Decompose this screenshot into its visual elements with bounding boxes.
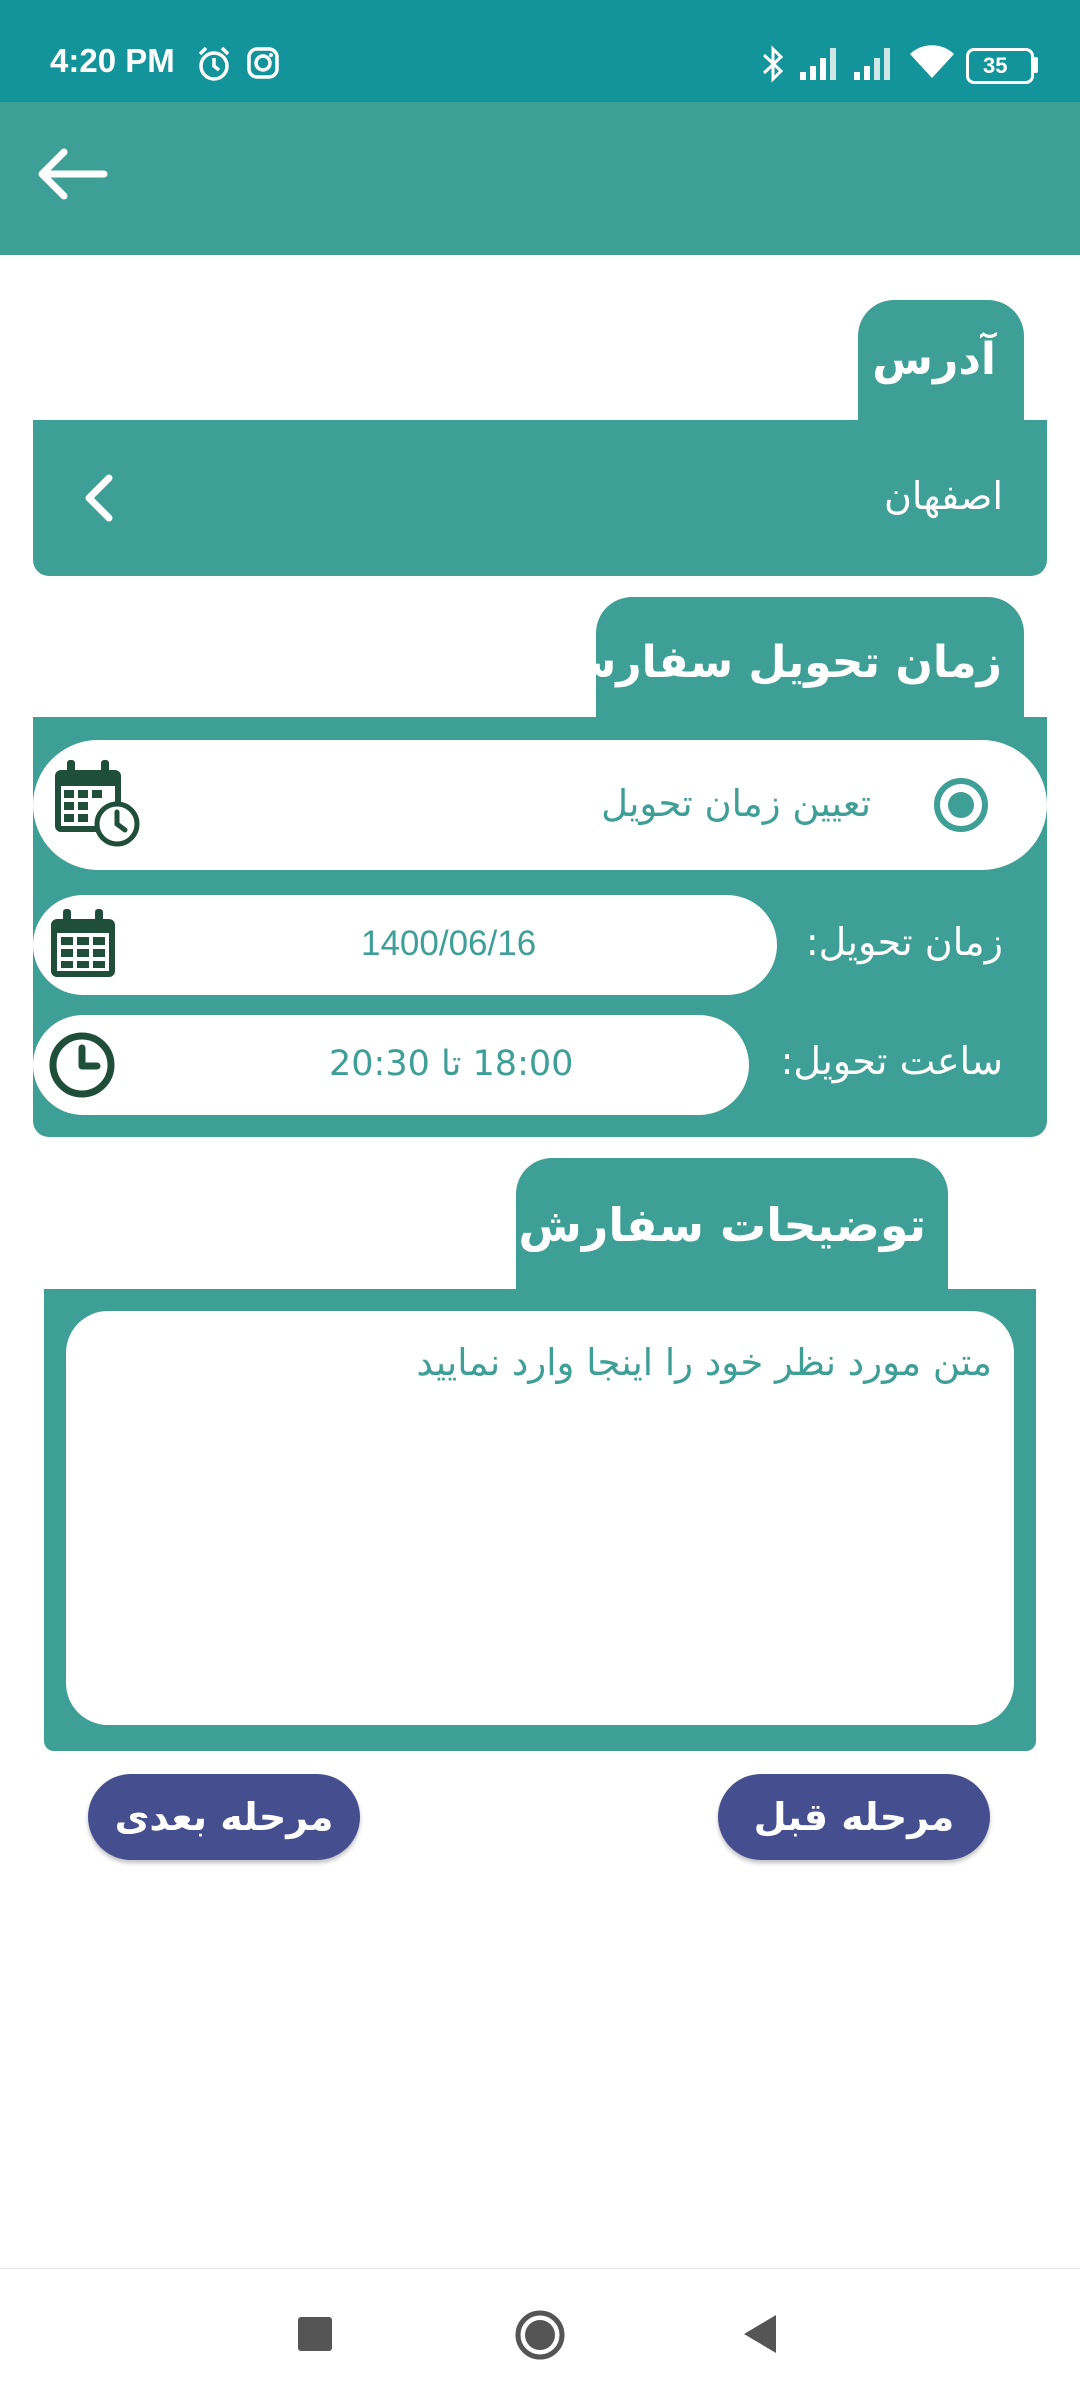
delivery-panel: تعیین زمان تحویل زمان تحویل: 1400/06/16 …: [33, 717, 1047, 1137]
radio-selected-icon[interactable]: [931, 775, 991, 835]
status-time: 4:20 PM: [50, 42, 175, 79]
instagram-icon: [247, 47, 279, 79]
clock-icon: [49, 1032, 115, 1098]
battery-level: 35: [983, 53, 1008, 78]
address-value: اصفهان: [883, 474, 1003, 518]
notes-tab: توضیحات سفارش: [516, 1158, 948, 1292]
system-nav-bar: [0, 2268, 1080, 2401]
battery-icon: 35: [966, 48, 1034, 84]
address-selector[interactable]: اصفهان: [33, 420, 1047, 576]
recent-apps-button[interactable]: [298, 2317, 332, 2351]
calendar-icon: [51, 909, 115, 977]
notes-panel: متن مورد نظر خود را اینجا وارد نمایید: [44, 1289, 1036, 1751]
delivery-title: زمان تحویل سفارش: [555, 637, 1002, 688]
delivery-date-value: 1400/06/16: [361, 924, 537, 963]
signal-icon-1: [800, 48, 836, 80]
signal-icon-2: [854, 48, 890, 80]
delivery-tab: زمان تحویل سفارش: [556, 597, 1024, 719]
delivery-date-field[interactable]: 1400/06/16: [33, 895, 777, 995]
back-button[interactable]: [742, 2313, 778, 2355]
status-bar: 4:20 PM 35: [0, 0, 1080, 102]
delivery-hour-field[interactable]: 18:00 تا 20:30: [33, 1015, 749, 1115]
alarm-icon: [198, 46, 230, 81]
address-title: آدرس: [872, 334, 996, 385]
calendar-clock-icon: [55, 760, 140, 847]
notes-title: توضیحات سفارش: [518, 1198, 926, 1252]
notes-textarea[interactable]: متن مورد نظر خود را اینجا وارد نمایید: [66, 1311, 1014, 1725]
delivery-date-label: زمان تحویل:: [805, 920, 1003, 964]
bluetooth-icon: [762, 45, 784, 83]
address-tab: آدرس: [858, 300, 1024, 422]
delivery-hour-label: ساعت تحویل:: [780, 1039, 1003, 1083]
set-delivery-time-label: تعیین زمان تحویل: [601, 782, 871, 825]
delivery-hour-value: 18:00 تا 20:30: [329, 1044, 574, 1084]
wifi-icon: [910, 45, 954, 78]
previous-step-button[interactable]: مرحله قبل: [718, 1774, 990, 1860]
set-delivery-time-option[interactable]: تعیین زمان تحویل: [33, 740, 1047, 870]
home-button[interactable]: [514, 2309, 566, 2361]
battery-tip: [1032, 57, 1038, 73]
app-bar: [0, 102, 1080, 255]
next-step-button[interactable]: مرحله بعدی: [88, 1774, 360, 1860]
notes-placeholder: متن مورد نظر خود را اینجا وارد نمایید: [416, 1341, 992, 1384]
chevron-left-icon[interactable]: [79, 470, 119, 526]
back-arrow-icon[interactable]: [34, 146, 108, 202]
